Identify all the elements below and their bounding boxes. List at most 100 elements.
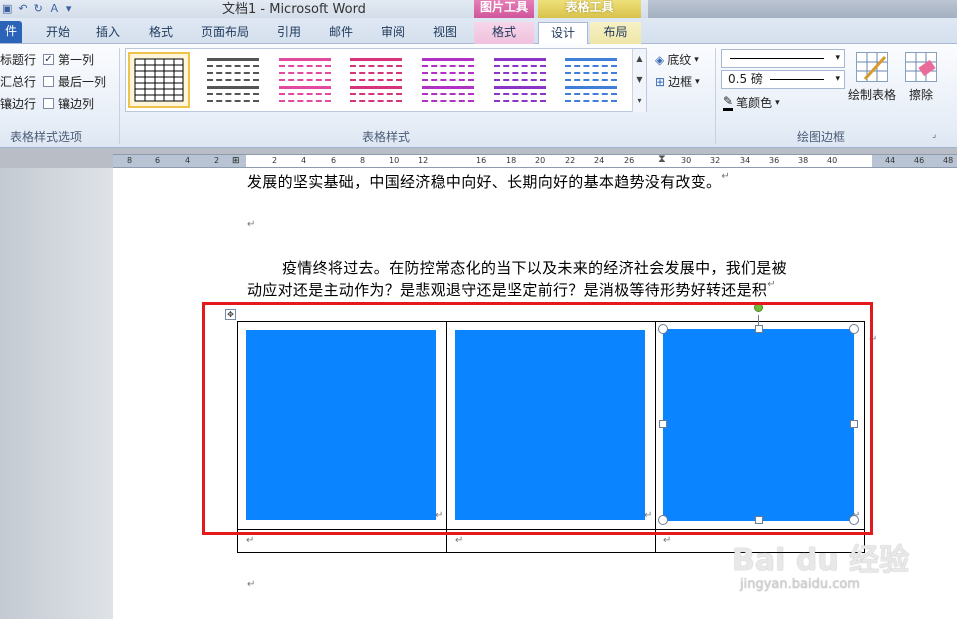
swatch-line bbox=[565, 65, 617, 67]
first-column-option[interactable]: ✓ 第一列 bbox=[43, 51, 94, 68]
ruler-number: 24 bbox=[594, 156, 605, 165]
redo-icon[interactable]: ↻ bbox=[34, 2, 43, 16]
chevron-down-icon: ▾ bbox=[835, 53, 840, 63]
tab-table-design[interactable]: 设计 bbox=[538, 22, 588, 45]
ruler-indent-marker-icon[interactable]: ⧗ bbox=[658, 153, 666, 165]
cell-end-mark: ↵ bbox=[455, 535, 464, 546]
ruler-number: 22 bbox=[565, 156, 576, 165]
table-style-swatch[interactable] bbox=[489, 52, 551, 108]
table-style-swatch[interactable] bbox=[345, 52, 407, 108]
swatch-line bbox=[565, 86, 617, 89]
ruler-number: 36 bbox=[769, 156, 780, 165]
spelling-icon[interactable]: Ａ bbox=[49, 2, 60, 16]
header-row-option[interactable]: 标题行 bbox=[0, 51, 36, 68]
tab-insert[interactable]: 插入 bbox=[84, 22, 132, 44]
ruler-number: 32 bbox=[710, 156, 721, 165]
chevron-down-icon: ▾ bbox=[694, 54, 699, 65]
gallery-scroll-up[interactable]: ▲ bbox=[632, 49, 646, 70]
swatch-line bbox=[279, 93, 331, 95]
last-column-option[interactable]: 最后一列 bbox=[43, 73, 106, 90]
tab-page-layout[interactable]: 页面布局 bbox=[192, 22, 258, 44]
line-style-preview bbox=[730, 58, 824, 59]
swatch-line bbox=[350, 86, 402, 89]
swatch-line bbox=[494, 72, 546, 74]
cell-end-mark: ↵ bbox=[663, 535, 672, 546]
ribbon-tabs: 件 开始 插入 格式 页面布局 引用 邮件 审阅 视图 格式 设计 布局 bbox=[0, 18, 957, 45]
swatch-line bbox=[422, 86, 474, 89]
dialog-launcher-icon[interactable]: ⌟ bbox=[932, 130, 936, 140]
gallery-scroll-down[interactable]: ▼ bbox=[632, 70, 646, 91]
ruler-number: 20 bbox=[535, 156, 546, 165]
ruler-number: 30 bbox=[681, 156, 692, 165]
draw-table-icon bbox=[856, 52, 888, 82]
swatch-line bbox=[494, 93, 546, 95]
draw-table-button[interactable]: 绘制表格 bbox=[847, 52, 897, 103]
total-row-option[interactable]: 汇总行 bbox=[0, 73, 36, 90]
table-styles-group-label: 表格样式 bbox=[361, 130, 410, 144]
swatch-line bbox=[350, 79, 402, 81]
undo-icon[interactable]: ↶ bbox=[18, 2, 27, 16]
line-style-dropdown[interactable]: ▾ bbox=[721, 49, 845, 68]
table-style-swatch[interactable] bbox=[274, 52, 336, 108]
borders-icon: ⊞ bbox=[655, 74, 666, 89]
overlay-window bbox=[648, 0, 957, 18]
ruler-number: 6 bbox=[331, 156, 337, 165]
ruler-column-marker-icon[interactable]: ⊞ bbox=[232, 155, 240, 167]
swatch-line bbox=[350, 72, 402, 74]
shading-icon: ◈ bbox=[655, 52, 665, 67]
gallery-more-button[interactable]: ▾ bbox=[632, 91, 646, 112]
shading-button[interactable]: ◈ 底纹 ▾ bbox=[655, 51, 699, 68]
swatch-line bbox=[422, 65, 474, 67]
ruler-number: 48 bbox=[943, 156, 954, 165]
tab-table-layout[interactable]: 布局 bbox=[590, 22, 641, 44]
swatch-line bbox=[350, 58, 402, 61]
paragraph-line: 疫情终将过去。在防控常态化的当下以及未来的经济社会发展中，我们是被 bbox=[282, 259, 787, 277]
table-style-swatch[interactable] bbox=[202, 52, 264, 108]
pen-color-button[interactable]: ✎ 笔颜色 ▾ bbox=[723, 94, 780, 111]
tab-view[interactable]: 视图 bbox=[421, 22, 469, 44]
first-column-checkbox[interactable]: ✓ bbox=[43, 54, 54, 65]
banded-rows-option[interactable]: 镶边行 bbox=[0, 95, 36, 112]
swatch-line bbox=[279, 65, 331, 67]
borders-button[interactable]: ⊞ 边框 ▾ bbox=[655, 73, 700, 90]
tab-picture-format[interactable]: 格式 bbox=[474, 22, 534, 44]
eraser-button[interactable]: 擦除 bbox=[896, 52, 946, 103]
title-bar: ▣ ↶ ↻ Ａ ▾ 文档1 - Microsoft Word 图片工具 表格工具 bbox=[0, 0, 957, 18]
paragraph-line: 发展的坚实基础，中国经济稳中向好、长期向好的基本趋势没有改变。 ↵ bbox=[247, 171, 730, 191]
grid-style-icon bbox=[134, 58, 184, 102]
pen-icon: ✎ bbox=[723, 94, 734, 111]
ruler-number: 10 bbox=[389, 156, 400, 165]
swatch-line bbox=[565, 58, 617, 61]
swatch-line bbox=[207, 100, 259, 102]
group-divider bbox=[715, 48, 716, 144]
table-style-swatch[interactable] bbox=[560, 52, 622, 108]
swatch-line bbox=[207, 93, 259, 95]
table-style-swatch[interactable] bbox=[417, 52, 479, 108]
banded-columns-option[interactable]: 镶边列 bbox=[43, 95, 94, 112]
line-weight-dropdown[interactable]: 0.5 磅 ▾ bbox=[721, 70, 845, 89]
swatch-line bbox=[350, 65, 402, 67]
tab-file[interactable]: 件 bbox=[0, 21, 22, 43]
horizontal-ruler[interactable]: 8 6 4 2 2 4 6 8 10 12 16 18 20 22 24 26 30 32 34 36 38 40 44 46… bbox=[113, 153, 957, 168]
tab-home[interactable]: 开始 bbox=[34, 22, 82, 44]
save-icon[interactable]: ▣ bbox=[2, 2, 12, 16]
ruler-number: 12 bbox=[418, 156, 429, 165]
table-style-grid[interactable] bbox=[128, 52, 190, 108]
banded-columns-checkbox[interactable] bbox=[43, 98, 54, 109]
chevron-down-icon: ▾ bbox=[835, 74, 840, 84]
customize-toolbar-icon[interactable]: ▾ bbox=[66, 2, 72, 16]
swatch-line bbox=[422, 79, 474, 81]
tab-review[interactable]: 审阅 bbox=[369, 22, 417, 44]
table-styles-gallery: ▲ ▼ ▾ bbox=[125, 48, 647, 112]
highlight-box bbox=[202, 302, 873, 535]
swatch-line bbox=[279, 100, 331, 102]
last-column-checkbox[interactable] bbox=[43, 76, 54, 87]
ruler-number: 38 bbox=[798, 156, 809, 165]
ruler-number: 26 bbox=[624, 156, 635, 165]
tab-references[interactable]: 引用 bbox=[265, 22, 313, 44]
tab-format[interactable]: 格式 bbox=[137, 22, 185, 44]
swatch-line bbox=[494, 100, 546, 102]
swatch-line bbox=[494, 58, 546, 61]
swatch-line bbox=[207, 65, 259, 67]
tab-mailings[interactable]: 邮件 bbox=[317, 22, 365, 44]
